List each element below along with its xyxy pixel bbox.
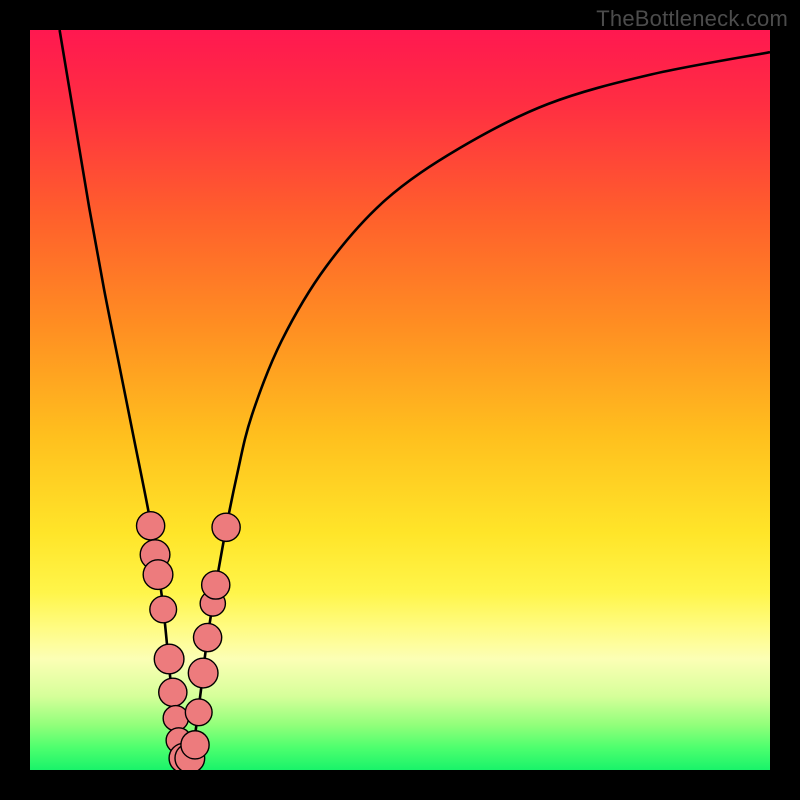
marker-point (185, 699, 212, 726)
marker-point (150, 596, 177, 623)
marker-point (194, 623, 222, 651)
marker-group (137, 512, 241, 770)
marker-point (163, 706, 188, 731)
marker-point (212, 513, 240, 541)
plot-area (30, 30, 770, 770)
marker-point (137, 512, 165, 540)
marker-point (159, 678, 187, 706)
marker-point (154, 644, 184, 674)
marker-point (188, 658, 218, 688)
curve-layer (30, 30, 770, 770)
marker-point (181, 731, 209, 759)
chart-frame: TheBottleneck.com (0, 0, 800, 800)
marker-point (202, 571, 230, 599)
marker-point (143, 560, 173, 590)
watermark-text: TheBottleneck.com (596, 6, 788, 32)
